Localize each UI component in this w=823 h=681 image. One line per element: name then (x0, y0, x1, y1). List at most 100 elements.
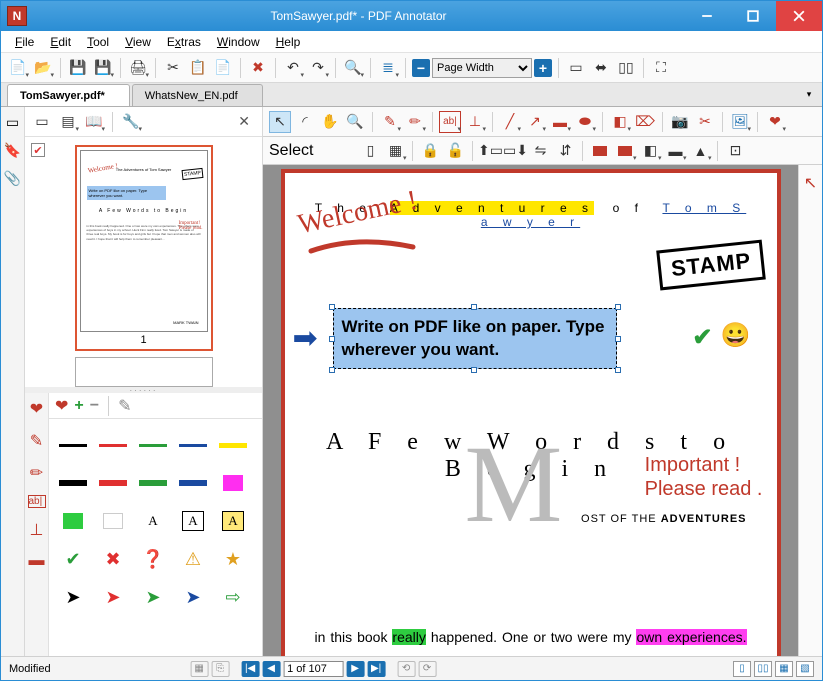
stamp-annotation[interactable]: STAMP (656, 240, 766, 291)
selection-handle[interactable] (329, 367, 335, 373)
fill-color-button[interactable] (614, 140, 636, 162)
save-button[interactable]: 💾 (67, 57, 89, 79)
view-two-button[interactable]: ▦ (775, 661, 793, 677)
pal-line-green[interactable] (135, 429, 171, 461)
new-button[interactable]: 📄 (7, 57, 29, 79)
highlighter-tool-button[interactable]: ✏ (404, 111, 426, 133)
zoom-tool-button[interactable]: 🔍 (344, 111, 366, 133)
selection-handle[interactable] (471, 367, 477, 373)
close-button[interactable] (776, 1, 822, 31)
thumb-options-button[interactable]: 🔧 (120, 111, 142, 133)
menu-tool[interactable]: Tool (79, 33, 117, 51)
fill-red-button[interactable] (589, 140, 611, 162)
welcome-annotation[interactable]: Welcome ! (294, 185, 419, 242)
pal-text-a-fill[interactable]: A (215, 505, 251, 537)
send-back-button[interactable]: ▭⬇ (504, 140, 526, 162)
flip-h-button[interactable]: ⇋ (529, 140, 551, 162)
bring-front-button[interactable]: ⬆▭ (479, 140, 501, 162)
select-page-button[interactable]: ▭ (31, 111, 53, 133)
pal-text-a-plain[interactable]: A (135, 505, 171, 537)
image-tool-button[interactable]: 🖼 (729, 111, 751, 133)
tab-overflow-button[interactable]: ▾ (800, 85, 818, 103)
pen-icon[interactable]: ✎ (30, 431, 43, 451)
fit-width-button[interactable]: ⬌ (590, 57, 612, 79)
pal-hl-green[interactable] (55, 505, 91, 537)
selection-handle[interactable] (329, 336, 335, 342)
pen-tool-button[interactable]: ✎ (379, 111, 401, 133)
fav-heart-icon[interactable]: ❤ (55, 396, 68, 416)
align-left-button[interactable]: ▯ (359, 140, 381, 162)
minimize-button[interactable] (684, 1, 730, 31)
pal-help-icon[interactable]: ❓ (135, 543, 171, 575)
nav-prev-button[interactable]: ◀ (262, 661, 280, 677)
pal-line-red[interactable] (95, 429, 131, 461)
view-single-button[interactable]: ▯ (733, 661, 751, 677)
stamp-tool-icon[interactable]: ⊥ (30, 520, 44, 540)
view-grid-button[interactable]: ▧ (796, 661, 814, 677)
zoom-in-button[interactable]: + (534, 59, 552, 77)
sidebar-close-button[interactable]: ✕ (232, 111, 256, 132)
layers-button[interactable]: ≣ (377, 57, 399, 79)
maximize-button[interactable] (730, 1, 776, 31)
menu-view[interactable]: View (117, 33, 159, 51)
add-fav-button[interactable]: + (74, 397, 83, 415)
unlock-button[interactable]: 🔓 (444, 140, 466, 162)
pal-arrow-blue[interactable]: ➤ (175, 581, 211, 613)
strike-tool-button[interactable]: ⌦ (634, 111, 656, 133)
menu-help[interactable]: Help (268, 33, 309, 51)
thumbnail-page-2[interactable] (75, 357, 213, 387)
pal-line-black[interactable] (55, 429, 91, 461)
page-canvas[interactable]: T h e A d v e n t u r e s o f T o m S a … (281, 169, 781, 656)
paste-button[interactable]: 📄 (212, 57, 234, 79)
nav-thumb-button[interactable]: ▦ (190, 661, 208, 677)
menu-edit[interactable]: Edit (42, 33, 79, 51)
snapshot-tool-button[interactable]: 📷 (669, 111, 691, 133)
zoom-select[interactable]: Page Width (432, 58, 532, 78)
pal-star-icon[interactable]: ★ (215, 543, 251, 575)
thumb-check-all[interactable]: ✔ (31, 143, 45, 157)
shape-icon[interactable]: ▬ (29, 552, 45, 570)
rect-tool-button[interactable]: ▬ (549, 111, 571, 133)
zoom-out-button[interactable]: − (412, 59, 430, 77)
ellipse-tool-button[interactable]: ⬬ (574, 111, 596, 133)
save-as-button[interactable]: 💾 (92, 57, 114, 79)
selection-handle[interactable] (615, 367, 621, 373)
menu-extras[interactable]: Extras (159, 33, 209, 51)
line-tool-button[interactable]: ╱ (499, 111, 521, 133)
pal-line-yellow[interactable] (215, 429, 251, 461)
view-continuous-button[interactable]: ▯▯ (754, 661, 772, 677)
redo-button[interactable]: ↷ (307, 57, 329, 79)
fit-object-button[interactable]: ⊡ (724, 140, 746, 162)
pal-arrow-green[interactable]: ➤ (135, 581, 171, 613)
arrow-tool-button[interactable]: ↗ (524, 111, 546, 133)
nav-first-button[interactable]: |◀ (241, 661, 259, 677)
page-icon[interactable]: ▭ (4, 113, 22, 131)
opacity-button[interactable]: ◧ (639, 140, 661, 162)
page-input[interactable] (283, 661, 343, 677)
delete-button[interactable]: ✖ (247, 57, 269, 79)
pal-check-green[interactable]: ✔ (55, 543, 91, 575)
text-icon[interactable]: ab| (28, 495, 46, 508)
pal-thick-black[interactable] (55, 467, 91, 499)
textbox-tool-button[interactable]: ab| (439, 111, 461, 133)
cut-button[interactable]: ✂ (162, 57, 184, 79)
menu-window[interactable]: Window (209, 33, 268, 51)
remove-fav-button[interactable]: − (90, 397, 99, 415)
open-button[interactable]: 📂 (32, 57, 54, 79)
pal-thick-magenta[interactable] (215, 467, 251, 499)
emoji-annotation[interactable]: 😀 (721, 321, 751, 350)
favorite-icon[interactable]: ❤ (30, 399, 43, 419)
thumbnail-page-1[interactable]: Welcome ! The Adventures of Tom Sawyer S… (75, 145, 213, 351)
crop-tool-button[interactable]: ✂ (694, 111, 716, 133)
selected-textbox[interactable]: Write on PDF like on paper. Type whereve… (333, 308, 617, 369)
thumb-size-button[interactable]: ▤ (57, 111, 79, 133)
pal-thick-red[interactable] (95, 467, 131, 499)
pal-thick-green[interactable] (135, 467, 171, 499)
important-annotation[interactable]: Important !Please read . (645, 453, 763, 501)
stamp-tool-button[interactable]: ⊥ (464, 111, 486, 133)
pal-warning-icon[interactable]: ⚠ (175, 543, 211, 575)
pal-hl-white[interactable] (95, 505, 131, 537)
arrow-style-button[interactable]: ▲ (689, 140, 711, 162)
bookmark-icon[interactable]: 🔖 (4, 141, 22, 159)
selection-handle[interactable] (615, 304, 621, 310)
